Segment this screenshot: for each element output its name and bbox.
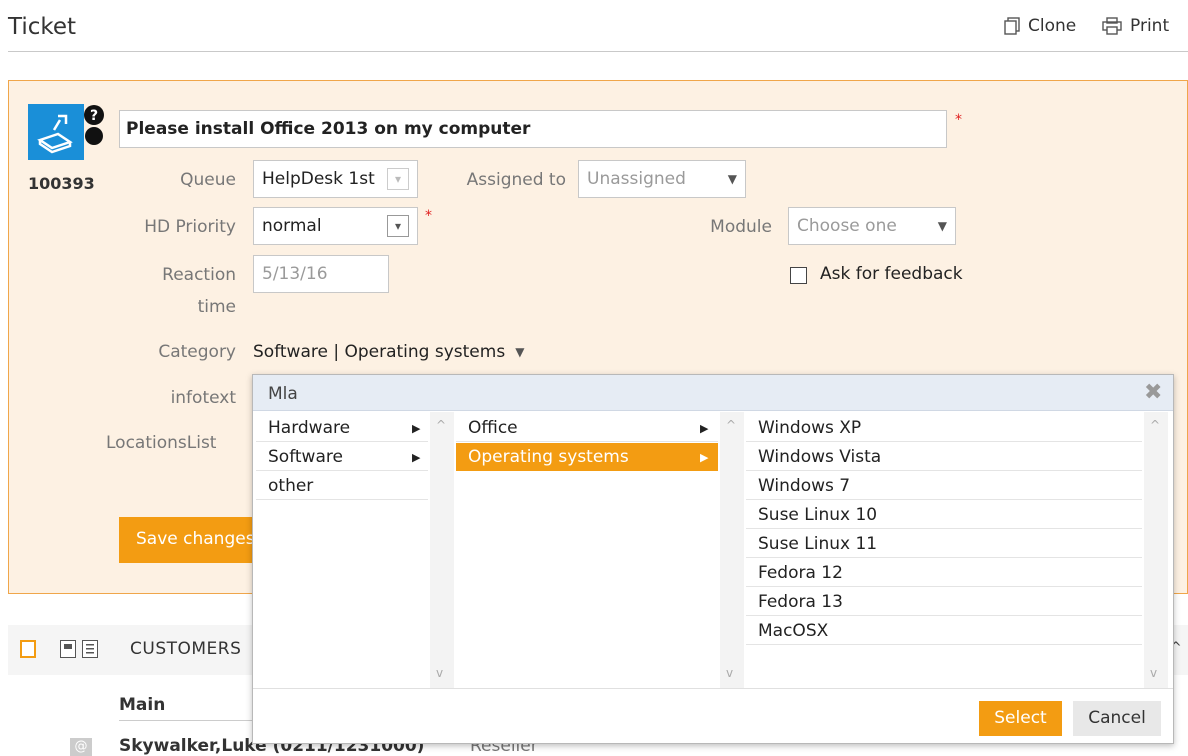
view-compact-icon[interactable] <box>20 640 36 658</box>
clone-label: Clone <box>1028 16 1077 36</box>
list-item[interactable]: Fedora 12 <box>746 559 1142 587</box>
chevron-right-icon: ▶ <box>412 422 421 435</box>
module-placeholder: Choose one <box>797 216 897 236</box>
cancel-button[interactable]: Cancel <box>1073 701 1161 736</box>
page-title: Ticket <box>8 14 77 40</box>
category-picker-header <box>253 375 1173 411</box>
module-label: Module <box>710 217 772 237</box>
print-icon <box>1102 17 1122 35</box>
header-divider <box>8 51 1188 52</box>
scroll-down-icon[interactable]: v <box>726 666 733 680</box>
category-selector[interactable]: Software | Operating systems ▼ <box>253 342 524 362</box>
assigned-to-label: Assigned to <box>466 170 566 190</box>
main-label: Main <box>119 695 166 715</box>
ticket-type-icon <box>28 104 84 160</box>
list-item-software[interactable]: Software ▶ <box>256 443 428 471</box>
module-select[interactable]: Choose one ▼ <box>788 207 956 245</box>
hd-priority-value: normal <box>262 216 322 236</box>
queue-label: Queue <box>180 170 236 190</box>
reaction-time-label-line1: Reaction <box>162 265 236 285</box>
chevron-down-icon: ▼ <box>727 172 737 186</box>
scroll-up-icon[interactable]: ^ <box>436 418 446 432</box>
category-column-3: Windows XP Windows Vista Windows 7 Suse … <box>746 412 1142 688</box>
list-item[interactable]: Windows Vista <box>746 443 1142 471</box>
category-search-input[interactable]: Mla <box>268 384 298 404</box>
priority-required-mark: * <box>425 208 432 224</box>
main-divider <box>119 720 259 721</box>
list-item-operating-systems[interactable]: Operating systems ▶ <box>456 443 718 471</box>
chevron-right-icon: ▶ <box>700 422 709 435</box>
reaction-time-label-line2: time <box>197 297 236 317</box>
clone-button[interactable]: Clone <box>1004 16 1076 36</box>
ask-feedback-label: Ask for feedback <box>820 264 963 284</box>
ask-feedback-checkbox[interactable] <box>790 267 807 284</box>
list-item[interactable]: Windows XP <box>746 414 1142 442</box>
category-column-2: Office ▶ Operating systems ▶ <box>456 412 718 688</box>
subject-required-mark: * <box>955 112 962 128</box>
chevron-right-icon: ▶ <box>700 451 709 464</box>
save-changes-button[interactable]: Save changes <box>119 517 257 563</box>
help-badge-icon: ? <box>84 105 104 145</box>
svg-text:?: ? <box>90 108 98 124</box>
infotext-label: infotext <box>170 388 236 408</box>
queue-value: HelpDesk 1st <box>262 169 375 189</box>
column-1-scrollbar[interactable]: ^ v <box>430 412 454 688</box>
print-label: Print <box>1130 16 1170 36</box>
reaction-time-input[interactable]: 5/13/16 <box>253 255 389 293</box>
reaction-time-value: 5/13/16 <box>262 264 328 284</box>
list-item[interactable]: Suse Linux 11 <box>746 530 1142 558</box>
subject-input[interactable]: Please install Office 2013 on my compute… <box>119 110 947 148</box>
email-icon: @ <box>70 738 92 756</box>
scroll-down-icon[interactable]: v <box>436 666 443 680</box>
view-list-icon[interactable] <box>82 640 98 658</box>
list-item[interactable]: Windows 7 <box>746 472 1142 500</box>
chevron-down-icon: ▾ <box>387 215 409 237</box>
assigned-to-value: Unassigned <box>587 169 686 189</box>
locations-list-label: LocationsList <box>106 433 217 453</box>
list-item-other[interactable]: other <box>256 472 428 500</box>
select-button[interactable]: Select <box>979 701 1062 736</box>
view-detail-icon[interactable] <box>60 640 76 658</box>
scroll-down-icon[interactable]: v <box>1150 666 1157 680</box>
close-icon[interactable]: ✖ <box>1144 380 1162 405</box>
list-item-hardware[interactable]: Hardware ▶ <box>256 414 428 442</box>
print-button[interactable]: Print <box>1102 16 1169 36</box>
queue-select[interactable]: HelpDesk 1st ▾ <box>253 160 418 198</box>
chevron-down-icon: ▼ <box>515 345 525 359</box>
list-item[interactable]: Suse Linux 10 <box>746 501 1142 529</box>
column-3-scrollbar[interactable]: ^ v <box>1144 412 1168 688</box>
chevron-down-icon: ▾ <box>387 168 409 190</box>
hd-priority-label: HD Priority <box>144 217 236 237</box>
column-2-scrollbar[interactable]: ^ v <box>720 412 744 688</box>
scroll-up-icon[interactable]: ^ <box>726 418 736 432</box>
customers-title: CUSTOMERS <box>130 639 242 659</box>
chevron-right-icon: ▶ <box>412 451 421 464</box>
chevron-down-icon: ▼ <box>937 219 947 233</box>
category-value: Software | Operating systems <box>253 342 506 362</box>
category-label: Category <box>158 342 236 362</box>
ticket-id: 100393 <box>28 174 95 193</box>
list-item[interactable]: Fedora 13 <box>746 588 1142 616</box>
clone-icon <box>1004 17 1020 35</box>
category-column-1: Hardware ▶ Software ▶ other <box>256 412 428 688</box>
hd-priority-select[interactable]: normal ▾ <box>253 207 418 245</box>
scroll-up-icon[interactable]: ^ <box>1150 418 1160 432</box>
list-item[interactable]: MacOSX <box>746 617 1142 645</box>
assigned-to-select[interactable]: Unassigned ▼ <box>578 160 746 198</box>
list-item-office[interactable]: Office ▶ <box>456 414 718 442</box>
